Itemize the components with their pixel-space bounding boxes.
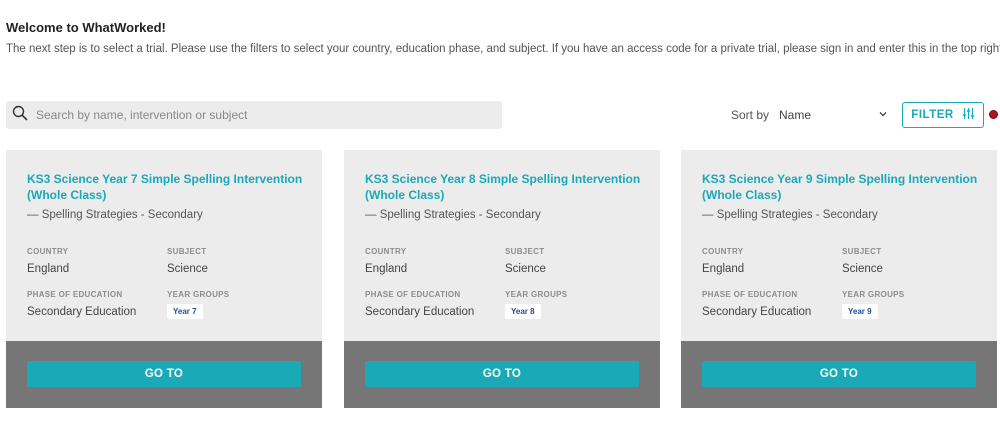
phase-value: Secondary Education xyxy=(365,306,475,318)
phase-label: PHASE OF EDUCATION xyxy=(27,290,123,299)
subject-value: Science xyxy=(505,263,546,275)
trial-card-footer: GO TO xyxy=(344,341,660,408)
sort-label: Sort by xyxy=(731,108,770,122)
country-value: England xyxy=(702,263,745,275)
country-value: England xyxy=(27,263,70,275)
go-to-button[interactable]: GO TO xyxy=(27,361,301,387)
search-icon xyxy=(12,105,28,126)
year-groups-label: YEAR GROUPS xyxy=(505,290,568,299)
trial-card-footer: GO TO xyxy=(6,341,322,408)
filter-button[interactable]: FILTER xyxy=(902,102,984,128)
subject-value: Science xyxy=(167,263,208,275)
search-bar[interactable] xyxy=(6,101,502,129)
trial-card-subtitle: — Spelling Strategies - Secondary xyxy=(702,209,878,221)
subject-value: Science xyxy=(842,263,883,275)
phase-label: PHASE OF EDUCATION xyxy=(702,290,798,299)
go-to-button[interactable]: GO TO xyxy=(702,361,976,387)
page-title: Welcome to WhatWorked! xyxy=(6,20,166,35)
trial-card: KS3 Science Year 8 Simple Spelling Inter… xyxy=(344,150,660,408)
year-group-badge: Year 9 xyxy=(842,304,878,319)
subject-label: SUBJECT xyxy=(167,247,207,256)
sliders-icon xyxy=(962,107,975,123)
country-value: England xyxy=(365,263,408,275)
trial-card-title[interactable]: KS3 Science Year 7 Simple Spelling Inter… xyxy=(27,171,307,203)
country-label: COUNTRY xyxy=(365,247,407,256)
year-groups-label: YEAR GROUPS xyxy=(167,290,230,299)
sort-selected-value: Name xyxy=(779,108,812,122)
sort-select[interactable]: Name xyxy=(778,101,892,129)
filter-button-label: FILTER xyxy=(911,109,954,121)
trial-card-subtitle: — Spelling Strategies - Secondary xyxy=(27,209,203,221)
subject-label: SUBJECT xyxy=(505,247,545,256)
trial-card-footer: GO TO xyxy=(681,341,997,408)
trial-card-subtitle: — Spelling Strategies - Secondary xyxy=(365,209,541,221)
trial-card: KS3 Science Year 7 Simple Spelling Inter… xyxy=(6,150,322,408)
search-input[interactable] xyxy=(36,108,476,122)
trial-card-title[interactable]: KS3 Science Year 9 Simple Spelling Inter… xyxy=(702,171,982,203)
page-description: The next step is to select a trial. Plea… xyxy=(6,43,1000,55)
subject-label: SUBJECT xyxy=(842,247,882,256)
go-to-button[interactable]: GO TO xyxy=(365,361,639,387)
country-label: COUNTRY xyxy=(702,247,744,256)
status-indicator xyxy=(989,110,998,119)
chevron-down-icon xyxy=(878,108,888,122)
phase-value: Secondary Education xyxy=(702,306,812,318)
trial-card: KS3 Science Year 9 Simple Spelling Inter… xyxy=(681,150,997,408)
country-label: COUNTRY xyxy=(27,247,69,256)
year-group-badge: Year 7 xyxy=(167,304,203,319)
year-groups-label: YEAR GROUPS xyxy=(842,290,905,299)
phase-label: PHASE OF EDUCATION xyxy=(365,290,461,299)
phase-value: Secondary Education xyxy=(27,306,137,318)
trial-card-title[interactable]: KS3 Science Year 8 Simple Spelling Inter… xyxy=(365,171,645,203)
year-group-badge: Year 8 xyxy=(505,304,541,319)
